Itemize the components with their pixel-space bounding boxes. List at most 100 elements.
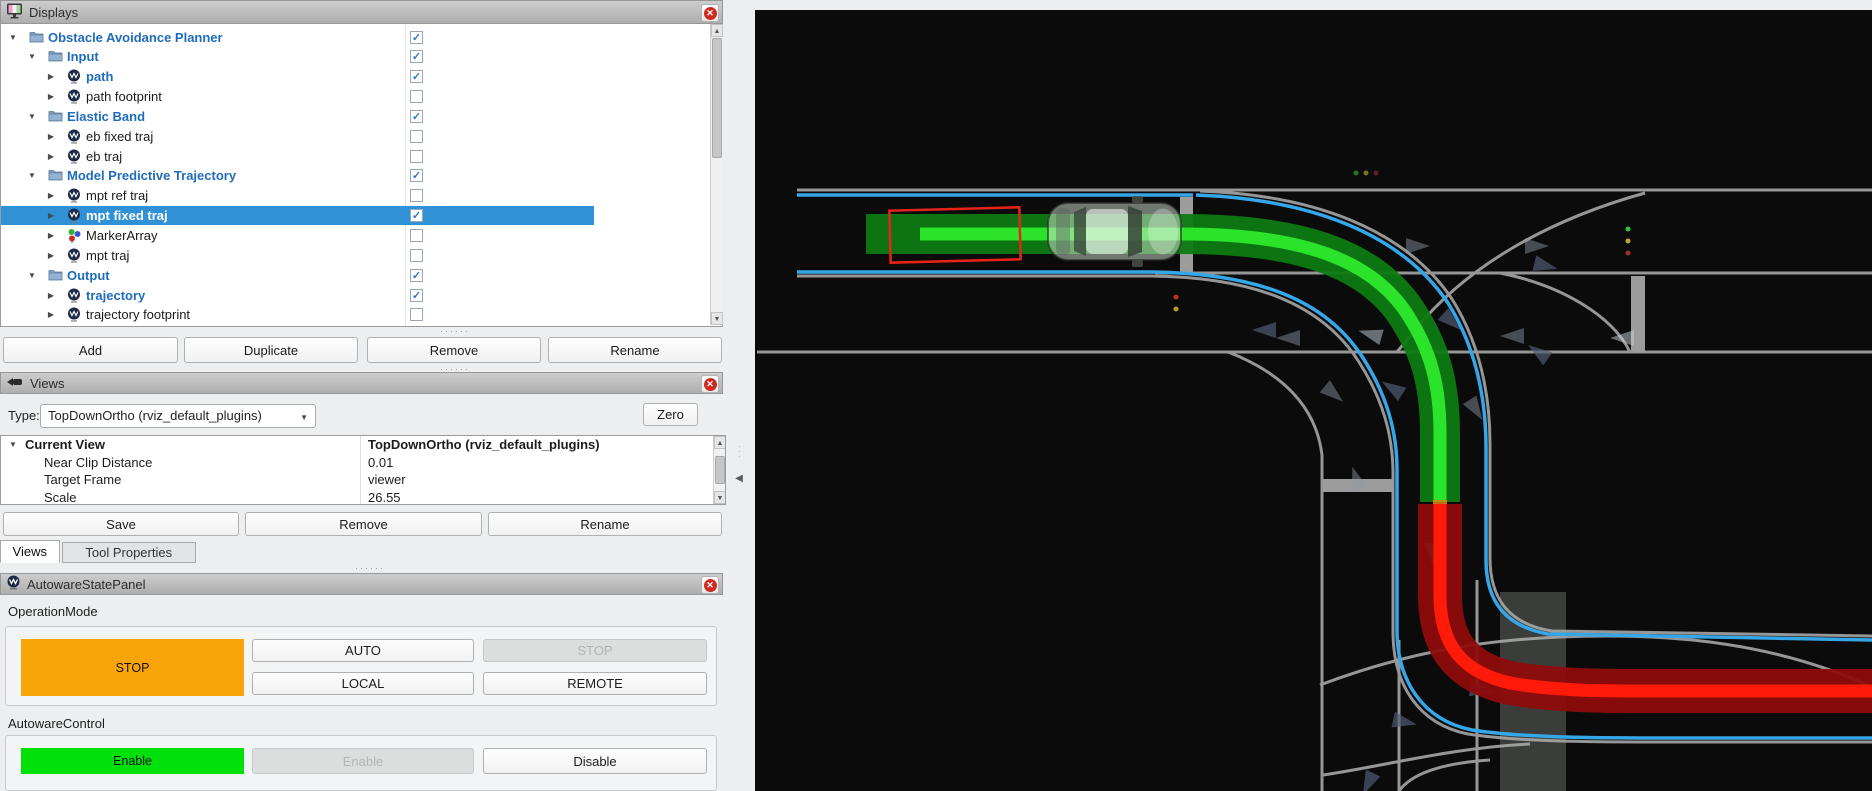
autoware-close-button[interactable]: ✕ [701,576,719,594]
tree-row-markerarray[interactable]: ▶ MarkerArray [1,226,711,246]
remove-button[interactable]: Remove [245,512,482,536]
chevron-collapsed-icon[interactable]: ▶ [46,152,56,161]
tree-item-label[interactable]: Input [67,49,99,64]
property-value[interactable]: viewer [368,472,406,487]
tree-item-label[interactable]: Model Predictive Trajectory [67,168,236,183]
tree-checkbox[interactable]: ✓ [410,50,423,63]
duplicate-button[interactable]: Duplicate [184,337,358,363]
auto-button[interactable]: AUTO [252,639,474,662]
tree-row-trajectory-footprint[interactable]: ▶ trajectory footprint [1,305,711,325]
zero-button[interactable]: Zero [643,403,698,426]
tree-item-label[interactable]: path footprint [86,89,162,104]
scroll-down-icon[interactable]: ▼ [711,312,723,325]
tree-item-label[interactable]: trajectory footprint [86,307,190,322]
tree-checkbox[interactable]: ✓ [410,289,423,302]
chevron-collapsed-icon[interactable]: ▶ [46,191,56,200]
tree-row-trajectory[interactable]: ▶trajectory✓ [1,285,711,305]
chevron-expanded-icon[interactable]: ▼ [9,440,17,449]
tree-item-label[interactable]: mpt traj [86,248,129,263]
chevron-expanded-icon[interactable]: ▼ [27,112,37,121]
chevron-expanded-icon[interactable]: ▼ [27,271,37,280]
tree-item-label[interactable]: Output [67,268,110,283]
property-value[interactable]: 0.01 [368,455,393,470]
chevron-collapsed-icon[interactable]: ▶ [46,310,56,319]
chevron-collapsed-icon[interactable]: ▶ [46,211,56,220]
current-view-properties[interactable]: ▼Current ViewTopDownOrtho (rviz_default_… [0,435,726,505]
tree-row-path-footprint[interactable]: ▶ path footprint [1,87,711,107]
views-panel-header[interactable]: Views ✕ [0,372,723,394]
tree-item-label[interactable]: eb fixed traj [86,129,153,144]
tree-checkbox[interactable] [410,249,423,262]
property-value[interactable]: TopDownOrtho (rviz_default_plugins) [368,437,600,452]
add-button[interactable]: Add [3,337,178,363]
chevron-collapsed-icon[interactable]: ▶ [46,72,56,81]
tab-views[interactable]: Views [0,540,60,563]
tree-row-eb-traj[interactable]: ▶eb traj [1,146,711,166]
tree-row-mpt-traj[interactable]: ▶ mpt traj [1,245,711,265]
tree-row-path[interactable]: ▶path✓ [1,67,711,87]
tree-checkbox[interactable] [410,90,423,103]
scroll-down-icon[interactable]: ▼ [714,491,726,504]
tree-checkbox[interactable] [410,150,423,163]
autoware-panel-header[interactable]: AutowareStatePanel ✕ [0,573,723,595]
displays-tree-scrollbar[interactable]: ▲ ▼ [710,24,723,325]
tree-checkbox[interactable]: ✓ [410,209,423,222]
rename-button[interactable]: Rename [548,337,722,363]
tree-row-elastic-band[interactable]: ▼ Elastic Band ✓ [1,106,711,126]
tab-tool-properties[interactable]: Tool Properties [62,542,197,563]
chevron-expanded-icon[interactable]: ▼ [8,33,18,42]
tree-item-label[interactable]: mpt ref traj [86,188,148,203]
rename-button[interactable]: Rename [488,512,722,536]
displays-close-button[interactable]: ✕ [701,4,719,22]
tree-checkbox[interactable]: ✓ [410,110,423,123]
tree-item-label[interactable]: Elastic Band [67,109,145,124]
scroll-up-icon[interactable]: ▲ [714,436,726,449]
tree-item-label[interactable]: mpt fixed traj [86,208,168,223]
property-row-current-view[interactable]: ▼Current ViewTopDownOrtho (rviz_default_… [1,436,713,454]
chevron-collapsed-icon[interactable]: ▶ [46,231,56,240]
displays-panel-header[interactable]: Displays ✕ [0,0,723,24]
disable-button[interactable]: Disable [483,748,707,774]
tree-row-input[interactable]: ▼ Input ✓ [1,47,711,67]
tree-checkbox[interactable] [410,130,423,143]
scroll-up-icon[interactable]: ▲ [711,24,723,37]
save-button[interactable]: Save [3,512,239,536]
tree-checkbox[interactable] [410,229,423,242]
tree-checkbox[interactable]: ✓ [410,269,423,282]
tree-row-mpt-fixed-traj[interactable]: ▶ mpt fixed traj ✓ [1,206,711,226]
splitter-handle[interactable]: ······ [355,563,385,573]
tree-checkbox[interactable]: ✓ [410,70,423,83]
tree-checkbox[interactable] [410,308,423,321]
local-button[interactable]: LOCAL [252,672,474,695]
tree-row-mpt-ref-traj[interactable]: ▶ mpt ref traj [1,186,711,206]
tree-item-label[interactable]: MarkerArray [86,228,158,243]
property-row-target-frame[interactable]: Target Frameviewer [1,471,713,489]
displays-tree[interactable]: ▼Obstacle Avoidance Planner✓▼Input✓▶path… [0,24,723,327]
remove-button[interactable]: Remove [367,337,541,363]
splitter-handle[interactable]: ······ [440,326,470,336]
property-value[interactable]: 26.55 [368,490,401,505]
collapse-panel-icon[interactable]: ◀ [733,470,745,488]
view-type-dropdown[interactable]: TopDownOrtho (rviz_default_plugins) ▼ [40,404,316,428]
remote-button[interactable]: REMOTE [483,672,707,695]
chevron-expanded-icon[interactable]: ▼ [27,52,37,61]
tree-checkbox[interactable] [410,189,423,202]
tree-row-eb-fixed-traj[interactable]: ▶ eb fixed traj [1,126,711,146]
views-table-scrollbar[interactable]: ▲ ▼ [713,436,726,504]
tree-item-label[interactable]: Obstacle Avoidance Planner [48,30,223,45]
chevron-collapsed-icon[interactable]: ▶ [46,251,56,260]
chevron-collapsed-icon[interactable]: ▶ [46,92,56,101]
tree-row-model-predictive-trajectory[interactable]: ▼ Model Predictive Trajectory ✓ [1,166,711,186]
property-row-scale[interactable]: Scale26.55 [1,489,713,506]
chevron-expanded-icon[interactable]: ▼ [27,171,37,180]
scrollbar-thumb[interactable] [715,456,725,484]
panel-splitter[interactable]: ··· [738,444,741,459]
tree-row-output[interactable]: ▼ Output ✓ [1,265,711,285]
property-row-near-clip-distance[interactable]: Near Clip Distance0.01 [1,454,713,472]
views-close-button[interactable]: ✕ [701,375,719,393]
3d-viewport[interactable] [755,0,1872,791]
tree-item-label[interactable]: trajectory [86,288,145,303]
tree-checkbox[interactable]: ✓ [410,31,423,44]
tree-checkbox[interactable]: ✓ [410,169,423,182]
chevron-collapsed-icon[interactable]: ▶ [46,132,56,141]
